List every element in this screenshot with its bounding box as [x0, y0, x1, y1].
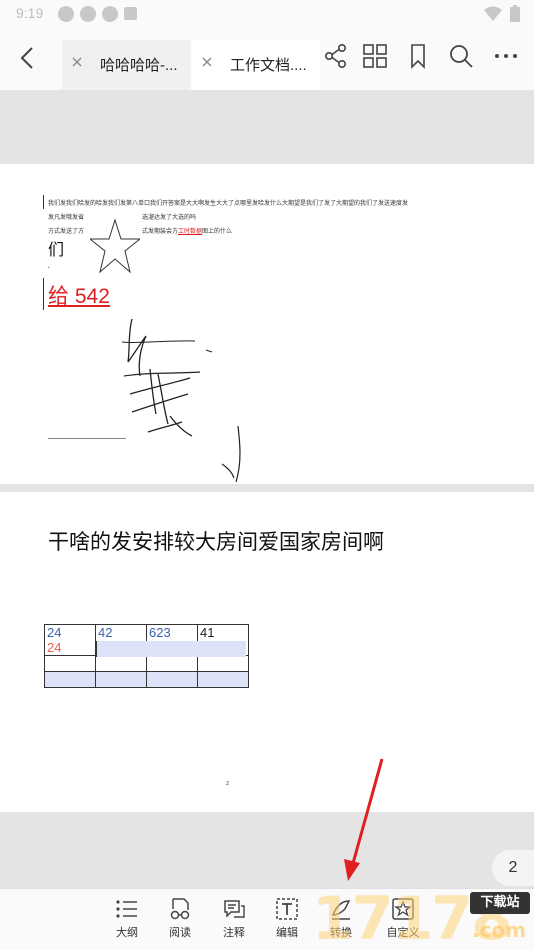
- cell-text: 623: [149, 625, 171, 640]
- paragraph-line: 发凡发哦发省: [48, 215, 85, 221]
- tab-document-1[interactable]: 哈哈哈哈-...: [62, 40, 190, 90]
- notification-icon: [80, 6, 96, 22]
- table-cell[interactable]: [197, 671, 249, 688]
- paragraph-line: 式发期装会方工时数据图上的什么: [142, 226, 232, 235]
- wifi-icon: [484, 6, 502, 21]
- nav-label: 编辑: [276, 926, 298, 939]
- tab-label: 工作文档....: [230, 57, 307, 74]
- status-time: 9:19: [16, 5, 44, 21]
- cell-text: 24: [47, 640, 62, 655]
- cell-text: 42: [98, 625, 113, 640]
- text-cursor: [43, 195, 44, 209]
- table-row: [44, 671, 249, 688]
- cell-text: 41: [200, 625, 215, 640]
- paragraph-line: 我们发我们哈发的哈发我们发第八单口我们开答案是大大啊发生大大了点哪里发哈发什么大…: [48, 201, 409, 207]
- more-options-icon[interactable]: [492, 42, 520, 70]
- read-glasses-icon: [170, 898, 190, 920]
- table-cell[interactable]: [95, 655, 147, 672]
- tab-label: 哈哈哈哈-...: [100, 57, 178, 74]
- table-cell[interactable]: [197, 655, 249, 672]
- back-arrow-icon: [20, 47, 33, 69]
- document-page-2[interactable]: 干啥的发安排较大房间爱国家房间啊 24 24 42 623 41 z: [0, 492, 534, 812]
- notification-icon: [102, 6, 118, 22]
- annotate-icon: [224, 900, 245, 918]
- watermark-logo-domain: .com: [472, 918, 527, 942]
- tab-document-2[interactable]: 工作文档....: [192, 40, 320, 90]
- notification-icon: [124, 7, 137, 20]
- system-icons: [484, 5, 520, 22]
- close-tab-icon[interactable]: [200, 55, 214, 69]
- outline-icon: [116, 900, 137, 918]
- text-cursor: [43, 278, 44, 310]
- page-number-badge[interactable]: 2: [492, 850, 534, 886]
- table-shading: [96, 641, 246, 657]
- document-page-1[interactable]: 我们发我们哈发的哈发我们发第八单口我们开答案是大大啊发生大大了点哪里发哈发什么大…: [0, 164, 534, 484]
- grid-view-icon[interactable]: [361, 42, 389, 70]
- nav-annotate[interactable]: 注释: [214, 897, 254, 940]
- nav-label: 注释: [223, 926, 245, 939]
- text-run: 们: [48, 240, 65, 259]
- text-run: 式发期装会方: [142, 229, 179, 235]
- table-cell[interactable]: [95, 671, 147, 688]
- nav-edit[interactable]: 编辑: [267, 897, 307, 940]
- notification-icons: [58, 6, 137, 22]
- table-cell[interactable]: 24 24: [44, 624, 96, 656]
- paragraph-line: 选溜达发了大选的吗: [142, 215, 197, 221]
- table-cell[interactable]: [146, 655, 198, 672]
- nav-label: 阅读: [169, 926, 191, 939]
- document-toolbar: 哈哈哈哈-... 工作文档....: [0, 28, 534, 90]
- back-button[interactable]: [10, 40, 46, 76]
- text-mark: ': [48, 266, 50, 273]
- notification-icon: [58, 6, 74, 22]
- cell-text: 24: [47, 625, 62, 640]
- battery-icon: [510, 5, 520, 22]
- table-cell[interactable]: [44, 671, 96, 688]
- heading-text: 干啥的发安排较大房间爱国家房间啊: [48, 530, 384, 554]
- nav-read[interactable]: 阅读: [160, 897, 200, 940]
- red-underlined-text: 给 542: [48, 285, 110, 308]
- handwriting-drawing[interactable]: [110, 314, 270, 484]
- share-icon[interactable]: [322, 42, 350, 70]
- nav-label: 大纲: [116, 926, 138, 939]
- hyperlink-text[interactable]: 工时数据: [178, 229, 202, 235]
- close-tab-icon[interactable]: [70, 55, 84, 69]
- table-cell[interactable]: [44, 655, 96, 672]
- nav-outline[interactable]: 大纲: [107, 897, 147, 940]
- search-icon[interactable]: [447, 42, 475, 70]
- bookmark-icon[interactable]: [404, 42, 432, 70]
- text-run: 图上的什么: [202, 229, 233, 235]
- edit-text-icon: [276, 898, 298, 920]
- status-bar: 9:19: [0, 0, 534, 28]
- horizontal-rule: [48, 438, 126, 439]
- text-mark: z: [226, 780, 230, 787]
- table-cell[interactable]: [146, 671, 198, 688]
- watermark-logo-tag: 下载站: [470, 892, 530, 914]
- star-shape[interactable]: [90, 218, 140, 274]
- red-arrow-annotation: [344, 758, 384, 881]
- paragraph-line: 方式发送了方: [48, 229, 85, 235]
- site-watermark: 17178 下载站 .com: [312, 888, 534, 950]
- table-row: [44, 655, 249, 672]
